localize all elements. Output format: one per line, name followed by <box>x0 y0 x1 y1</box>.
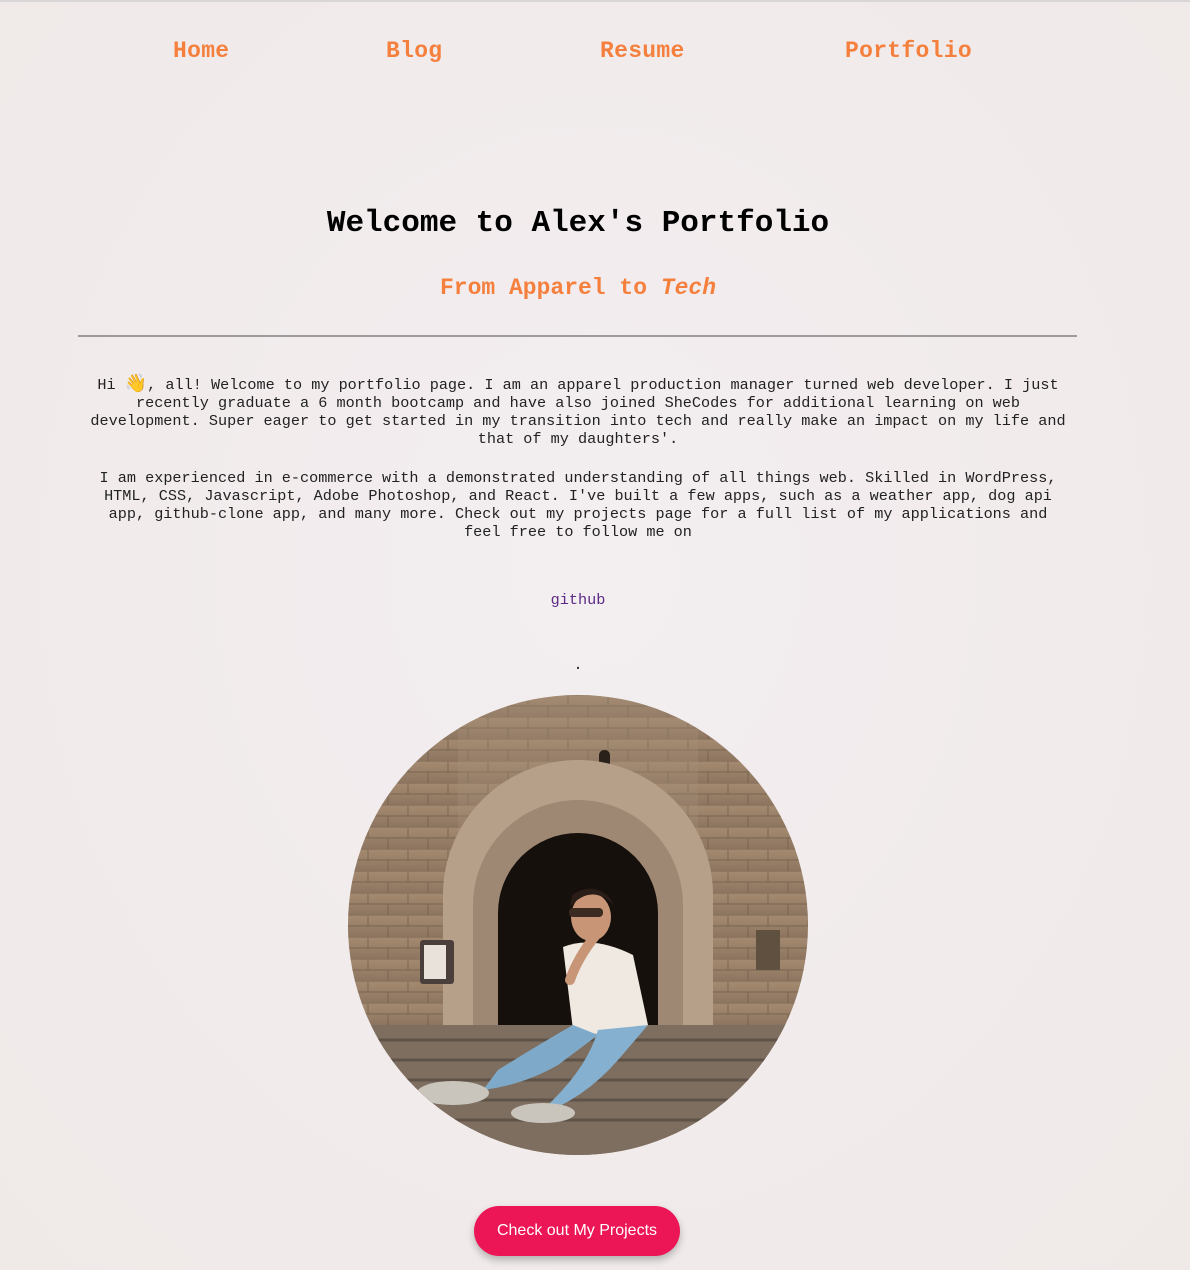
waving-hand-icon: 👋 <box>124 373 148 394</box>
intro-paragraph-2: I am experienced in e-commerce with a de… <box>99 469 1057 541</box>
nav-link-blog[interactable]: Blog <box>386 38 442 64</box>
greeting-prefix: Hi <box>97 376 125 394</box>
page-subtitle: From Apparel to Tech <box>0 275 1156 301</box>
top-nav: Home Blog Resume Portfolio <box>0 38 1190 68</box>
check-out-projects-button[interactable]: Check out My Projects <box>474 1206 680 1256</box>
profile-photo-illustration <box>348 695 808 1155</box>
section-divider <box>78 335 1077 337</box>
trailing-period: . <box>573 657 583 674</box>
subtitle-emphasis: Tech <box>660 275 717 301</box>
github-link[interactable]: github <box>0 591 1156 609</box>
intro-paragraph-1: Hi 👋, all! Welcome to my portfolio page.… <box>86 373 1070 449</box>
subtitle-prefix: From Apparel to <box>439 275 661 301</box>
nav-link-home[interactable]: Home <box>173 38 229 64</box>
nav-link-resume[interactable]: Resume <box>600 38 685 64</box>
nav-link-portfolio[interactable]: Portfolio <box>845 38 972 64</box>
page-title: Welcome to Alex's Portfolio <box>326 206 830 241</box>
intro-paragraph-1-text: , all! Welcome to my portfolio page. I a… <box>90 376 1066 448</box>
profile-photo <box>348 695 808 1155</box>
